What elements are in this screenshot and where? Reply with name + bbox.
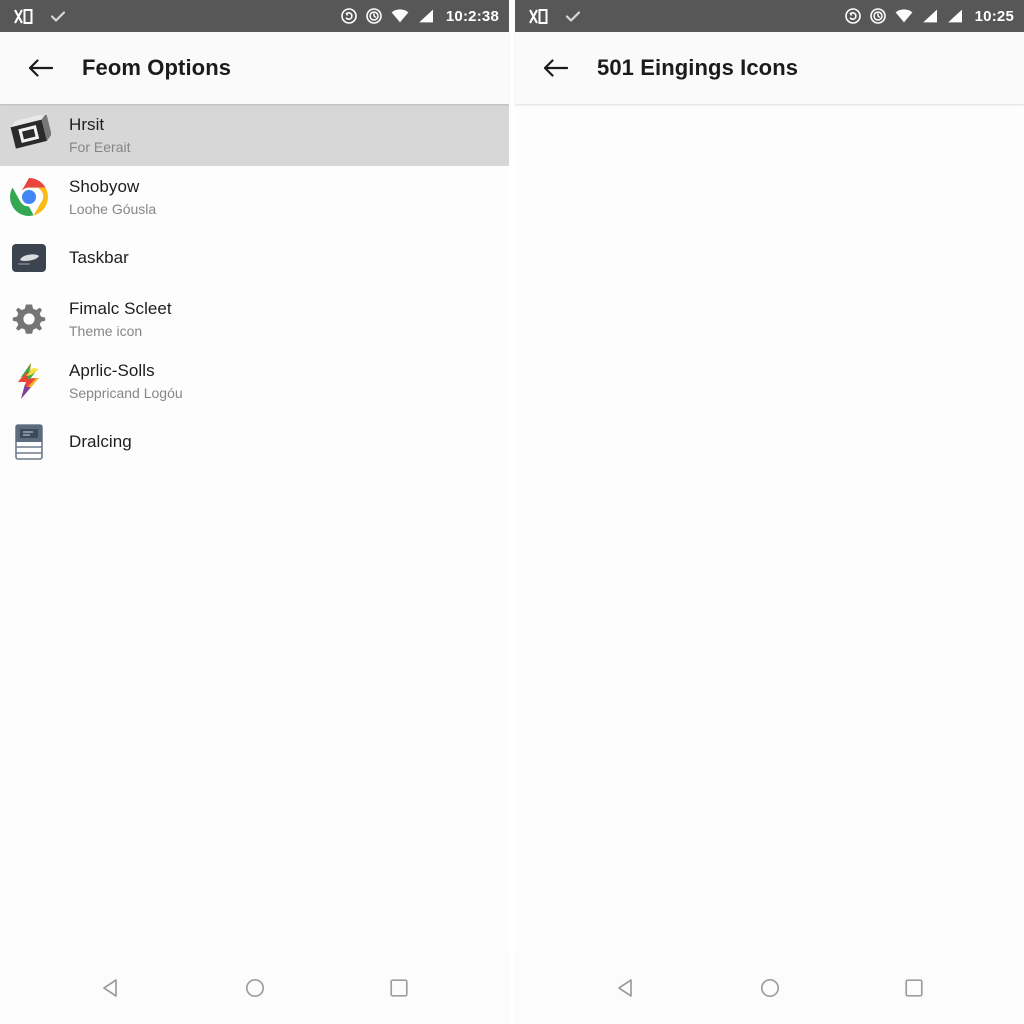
app-glyph-icon bbox=[529, 8, 548, 24]
list-item-text: Fimalc Scleet Theme icon bbox=[69, 298, 172, 341]
options-list: Hrsit For Eerait Shobyow Loohe Góusla Ta… bbox=[0, 104, 509, 952]
check-icon bbox=[51, 10, 65, 22]
status-bar-left-icons bbox=[529, 8, 580, 24]
list-item-title: Hrsit bbox=[69, 114, 105, 134]
wifi-icon bbox=[895, 9, 913, 23]
nav-back-icon[interactable] bbox=[87, 964, 135, 1012]
page-title: Feom Options bbox=[82, 55, 232, 80]
list-item-title: Taskbar bbox=[69, 248, 129, 267]
list-item-text: Shobyow Loohe Góusla bbox=[69, 176, 156, 219]
nav-home-icon[interactable] bbox=[746, 964, 794, 1012]
system-nav-bar-left bbox=[0, 952, 509, 1024]
nav-recents-icon[interactable] bbox=[375, 964, 423, 1012]
signal-icon bbox=[418, 9, 434, 23]
list-item-text: Dralcing bbox=[69, 431, 132, 453]
list-item-title: Dralcing bbox=[69, 432, 132, 451]
system-nav-bar-right bbox=[515, 952, 1024, 1024]
nav-recents-icon[interactable] bbox=[890, 964, 938, 1012]
list-item-aprlic-solls[interactable]: Aprlic-Solls Seppricand Logóu bbox=[0, 350, 509, 412]
icons-empty-content-area bbox=[515, 104, 1024, 952]
nav-back-icon[interactable] bbox=[602, 964, 650, 1012]
app-glyph-icon bbox=[14, 8, 33, 24]
back-arrow-icon[interactable] bbox=[531, 44, 579, 92]
chrome-icon bbox=[5, 173, 53, 221]
list-item-title: Aprlic-Solls bbox=[69, 360, 155, 380]
dark-box-icon bbox=[5, 111, 53, 159]
status-bar-right-icons: 10:2:38 bbox=[341, 8, 499, 25]
list-item-text: Aprlic-Solls Seppricand Logóu bbox=[69, 360, 183, 403]
check-icon bbox=[566, 10, 580, 22]
status-bar-clock: 10:2:38 bbox=[445, 7, 499, 25]
list-item-text: Hrsit For Eerait bbox=[69, 114, 130, 157]
device-icon bbox=[5, 418, 53, 466]
list-item-subtitle: Seppricand Logóu bbox=[69, 384, 183, 401]
status-bar-left-icons bbox=[14, 8, 65, 24]
lightning-icon bbox=[5, 357, 53, 405]
status-bar-right-icons: 10:25 bbox=[844, 7, 1014, 25]
list-item-title: Fimalc Scleet bbox=[69, 298, 172, 318]
list-item-subtitle: For Eerait bbox=[69, 138, 131, 155]
left-phone-screen: 10:2:38 Feom Options Hrsit For Eerait Sh… bbox=[0, 0, 509, 1024]
status-bar-clock: 10:25 bbox=[974, 7, 1014, 25]
alarm-circle-icon bbox=[341, 8, 357, 24]
status-bar-left: 10:2:38 bbox=[0, 0, 509, 32]
gear-icon bbox=[5, 295, 53, 343]
nav-home-icon[interactable] bbox=[231, 964, 279, 1012]
dnd-circle-icon bbox=[869, 8, 886, 24]
alarm-circle-icon bbox=[844, 8, 861, 24]
right-phone-screen: 10:25 501 Eingings Icons bbox=[515, 0, 1024, 1024]
app-bar-right: 501 Eingings Icons bbox=[515, 32, 1024, 104]
page-title: 501 Eingings Icons bbox=[597, 55, 799, 80]
list-item-text: Taskbar bbox=[69, 247, 129, 269]
wifi-icon bbox=[391, 9, 409, 23]
list-item-fimalc-scleet[interactable]: Fimalc Scleet Theme icon bbox=[0, 288, 509, 350]
list-item-title: Shobyow bbox=[69, 176, 140, 196]
signal2-icon bbox=[947, 9, 963, 23]
list-item-taskbar[interactable]: Taskbar bbox=[0, 228, 509, 288]
back-arrow-icon[interactable] bbox=[16, 44, 64, 92]
signal-icon bbox=[922, 9, 938, 23]
taskbar-icon bbox=[5, 234, 53, 282]
status-bar-right: 10:25 bbox=[515, 0, 1024, 32]
list-item-hrsit[interactable]: Hrsit For Eerait bbox=[0, 104, 509, 166]
list-item-subtitle: Theme icon bbox=[69, 322, 143, 339]
app-bar-left: Feom Options bbox=[0, 32, 509, 104]
dual-screenshot-container: 10:2:38 Feom Options Hrsit For Eerait Sh… bbox=[0, 0, 1024, 1024]
dnd-circle-icon bbox=[366, 8, 382, 24]
list-item-subtitle: Loohe Góusla bbox=[69, 200, 157, 217]
list-item-shobyow[interactable]: Shobyow Loohe Góusla bbox=[0, 166, 509, 228]
list-item-dralcing[interactable]: Dralcing bbox=[0, 412, 509, 472]
